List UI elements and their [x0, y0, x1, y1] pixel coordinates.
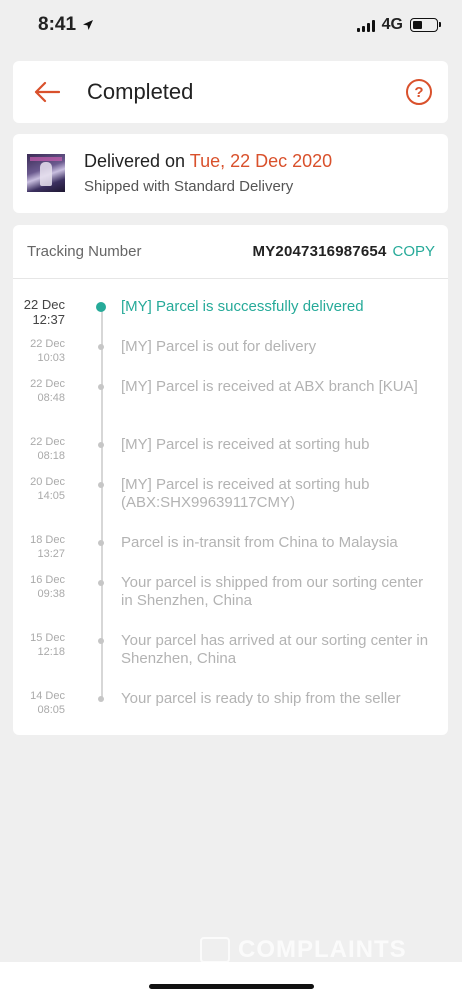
event-time: 12:37	[32, 312, 65, 327]
event-date: 20 Dec	[30, 476, 65, 488]
event-description: [MY] Parcel is received at ABX branch [K…	[121, 378, 418, 395]
event-date: 16 Dec	[30, 574, 65, 586]
delivered-date: Tue, 22 Dec 2020	[189, 151, 333, 171]
network-type: 4G	[381, 16, 403, 33]
event-datetime: 22 Dec 08:18	[5, 436, 65, 463]
product-thumbnail[interactable]	[27, 154, 65, 192]
help-glyph: ?	[414, 83, 424, 101]
clock-text: 8:41	[38, 14, 77, 35]
event-time: 08:05	[37, 703, 65, 716]
event-time: 10:03	[37, 351, 65, 364]
status-bar: 8:41 4G	[0, 0, 462, 50]
event-description: [MY] Parcel is successfully delivered	[121, 298, 364, 315]
event-datetime: 22 Dec 12:37	[5, 297, 65, 327]
event-time: 13:27	[37, 547, 65, 560]
event-dot	[98, 442, 104, 448]
status-indicators: 4G	[356, 16, 441, 34]
event-datetime: 22 Dec 10:03	[5, 338, 65, 365]
event-dot	[98, 580, 104, 586]
event-datetime: 22 Dec 08:48	[5, 378, 65, 405]
event-time: 12:18	[37, 645, 65, 658]
event-date: 15 Dec	[30, 632, 65, 644]
header-bar: Completed ?	[13, 61, 448, 123]
event-dot	[98, 482, 104, 488]
event-description: Your parcel is ready to ship from the se…	[121, 690, 401, 707]
event-dot	[98, 344, 104, 350]
tracking-card: Tracking Number MY2047316987654 COPY 22 …	[13, 225, 448, 735]
back-arrow-icon	[34, 81, 60, 103]
back-button[interactable]	[25, 70, 69, 114]
event-date: 22 Dec	[30, 436, 65, 448]
home-indicator[interactable]	[149, 984, 314, 989]
event-datetime: 20 Dec 14:05	[5, 476, 65, 503]
signal-strength-icon	[356, 19, 375, 32]
status-time: 8:41	[38, 14, 94, 36]
event-description: Your parcel is shipped from our sorting …	[121, 574, 424, 609]
location-arrow-icon	[83, 20, 94, 30]
event-description: Parcel is in-transit from China to Malay…	[121, 534, 398, 551]
page-title: Completed	[87, 79, 194, 104]
watermark-text: COMPLAINTS	[238, 936, 407, 963]
delivered-prefix: Delivered on	[84, 151, 186, 171]
event-dot	[98, 696, 104, 702]
event-dot-active	[96, 302, 106, 312]
event-date: 22 Dec	[23, 297, 65, 312]
watermark: COMPLAINTS	[200, 935, 430, 965]
tracking-number-row: Tracking Number MY2047316987654 COPY	[13, 225, 448, 279]
tracking-label: Tracking Number	[27, 243, 142, 260]
delivered-status: Delivered on Tue, 22 Dec 2020	[84, 151, 332, 172]
event-datetime: 18 Dec 13:27	[5, 534, 65, 561]
event-time: 08:48	[37, 391, 65, 404]
event-description: [MY] Parcel is received at sorting hub	[121, 436, 370, 453]
delivery-summary-card: Delivered on Tue, 22 Dec 2020 Shipped wi…	[13, 134, 448, 213]
watermark-logo-icon	[200, 937, 230, 963]
event-date: 14 Dec	[30, 690, 65, 702]
event-datetime: 14 Dec 08:05	[5, 690, 65, 717]
event-description: [MY] Parcel is received at sorting hub (…	[121, 476, 370, 511]
event-date: 22 Dec	[30, 378, 65, 390]
tracking-number: MY2047316987654	[252, 243, 387, 260]
help-icon[interactable]: ?	[406, 79, 432, 105]
event-time: 14:05	[37, 489, 65, 502]
event-dot	[98, 540, 104, 546]
copy-button[interactable]: COPY	[392, 243, 435, 260]
battery-icon	[410, 18, 441, 32]
event-datetime: 15 Dec 12:18	[5, 632, 65, 659]
event-date: 18 Dec	[30, 534, 65, 546]
shipping-method: Shipped with Standard Delivery	[84, 178, 294, 195]
event-dot	[98, 384, 104, 390]
event-description: [MY] Parcel is out for delivery	[121, 338, 317, 355]
event-time: 09:38	[37, 587, 65, 600]
bottom-bar	[0, 962, 462, 1000]
event-dot	[98, 638, 104, 644]
event-date: 22 Dec	[30, 338, 65, 350]
event-datetime: 16 Dec 09:38	[5, 574, 65, 601]
event-description: Your parcel has arrived at our sorting c…	[121, 632, 429, 667]
event-time: 08:18	[37, 449, 65, 462]
